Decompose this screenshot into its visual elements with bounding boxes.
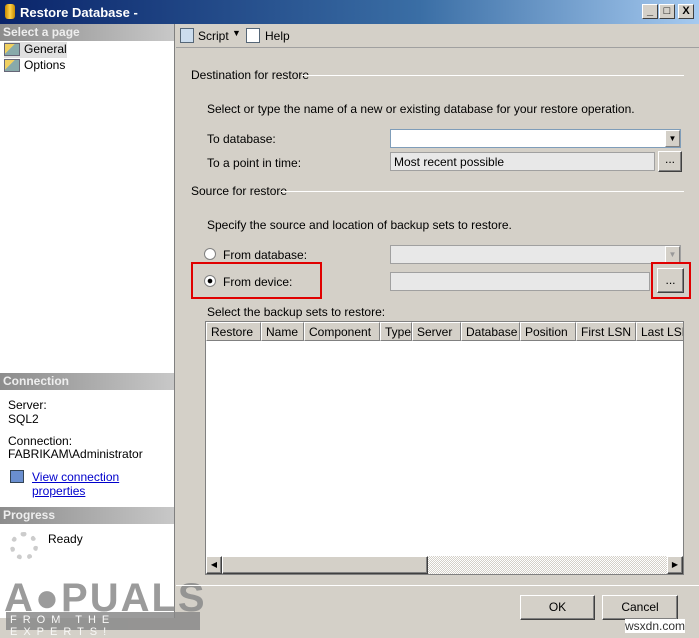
page-icon: [4, 59, 20, 72]
from-device-label: From device:: [223, 275, 293, 289]
to-database-value: [391, 128, 395, 146]
left-pane: Select a page General Options Connection…: [0, 24, 175, 618]
minimize-button[interactable]: _: [642, 4, 658, 19]
watermark-site: wsxdn.com: [625, 619, 686, 633]
from-device-browse-button[interactable]: ...: [657, 268, 684, 293]
chevron-down-icon[interactable]: ▼: [665, 130, 680, 147]
close-button[interactable]: X: [678, 4, 694, 19]
point-in-time-label: To a point in time:: [207, 156, 302, 170]
ok-button[interactable]: OK: [520, 595, 595, 620]
source-instructions: Specify the source and location of backu…: [207, 218, 512, 232]
progress-status: Ready: [48, 532, 83, 546]
spinner-icon: [10, 532, 38, 560]
title-bar: Restore Database - _ □ X: [0, 0, 699, 24]
progress-header: Progress: [0, 507, 174, 524]
maximize-button[interactable]: □: [659, 4, 675, 19]
column-header[interactable]: Restore: [206, 322, 261, 341]
from-database-combo[interactable]: ▼: [390, 245, 681, 264]
column-header[interactable]: Name: [261, 322, 304, 341]
help-button[interactable]: Help: [265, 29, 290, 43]
connection-value: FABRIKAM\Administrator: [8, 447, 143, 461]
cancel-button[interactable]: Cancel: [602, 595, 678, 620]
scroll-right-icon[interactable]: ▶: [667, 556, 683, 574]
from-device-radio[interactable]: [204, 275, 216, 287]
destination-instructions: Select or type the name of a new or exis…: [207, 102, 635, 116]
window-title: Restore Database -: [20, 5, 138, 20]
connection-header: Connection: [0, 373, 174, 390]
scroll-left-icon[interactable]: ◀: [206, 556, 222, 574]
backup-sets-label: Select the backup sets to restore:: [207, 305, 386, 319]
script-dropdown-icon[interactable]: ▼: [232, 28, 241, 38]
backup-sets-grid[interactable]: Restore Name Component Type Server Datab…: [205, 321, 684, 575]
page-options[interactable]: Options: [4, 58, 65, 74]
column-header[interactable]: First LSN: [576, 322, 636, 341]
from-device-field[interactable]: [390, 272, 650, 291]
divider: [302, 75, 684, 76]
column-header[interactable]: Component: [304, 322, 380, 341]
server-value: SQL2: [8, 412, 39, 426]
page-general[interactable]: General: [4, 42, 67, 58]
source-section-title: Source for restore: [191, 184, 288, 198]
column-header[interactable]: Type: [380, 322, 412, 341]
page-label: General: [24, 42, 67, 56]
column-header[interactable]: Server: [412, 322, 461, 341]
column-header[interactable]: Last LSN: [636, 322, 683, 341]
properties-icon: [10, 470, 24, 483]
column-header[interactable]: Database: [461, 322, 520, 341]
destination-section-title: Destination for restore: [191, 68, 310, 82]
divider: [176, 585, 699, 586]
chevron-down-icon: ▼: [665, 246, 680, 263]
horizontal-scrollbar[interactable]: ◀ ▶: [206, 556, 683, 574]
select-page-header: Select a page: [0, 24, 174, 41]
help-icon: [246, 28, 260, 43]
scrollbar-thumb[interactable]: [222, 556, 428, 574]
page-label: Options: [24, 58, 66, 72]
connection-label: Connection:: [8, 434, 73, 448]
database-icon: [5, 4, 15, 19]
from-database-radio[interactable]: [204, 248, 216, 260]
script-icon: [180, 28, 194, 43]
script-button[interactable]: Script: [198, 29, 229, 43]
view-connection-properties-link[interactable]: View connection properties: [32, 470, 174, 498]
to-database-combo[interactable]: ▼: [390, 129, 681, 148]
from-database-label: From database:: [223, 248, 308, 262]
page-icon: [4, 43, 20, 56]
divider: [281, 191, 684, 192]
to-database-label: To database:: [207, 132, 276, 146]
toolbar: Script ▼ Help: [176, 24, 699, 48]
point-in-time-field[interactable]: Most recent possible: [390, 152, 655, 171]
watermark-tagline: FROM THE EXPERTS!: [6, 612, 200, 638]
column-header[interactable]: Position: [520, 322, 576, 341]
point-in-time-browse-button[interactable]: ...: [658, 151, 682, 172]
server-label: Server:: [8, 398, 47, 412]
